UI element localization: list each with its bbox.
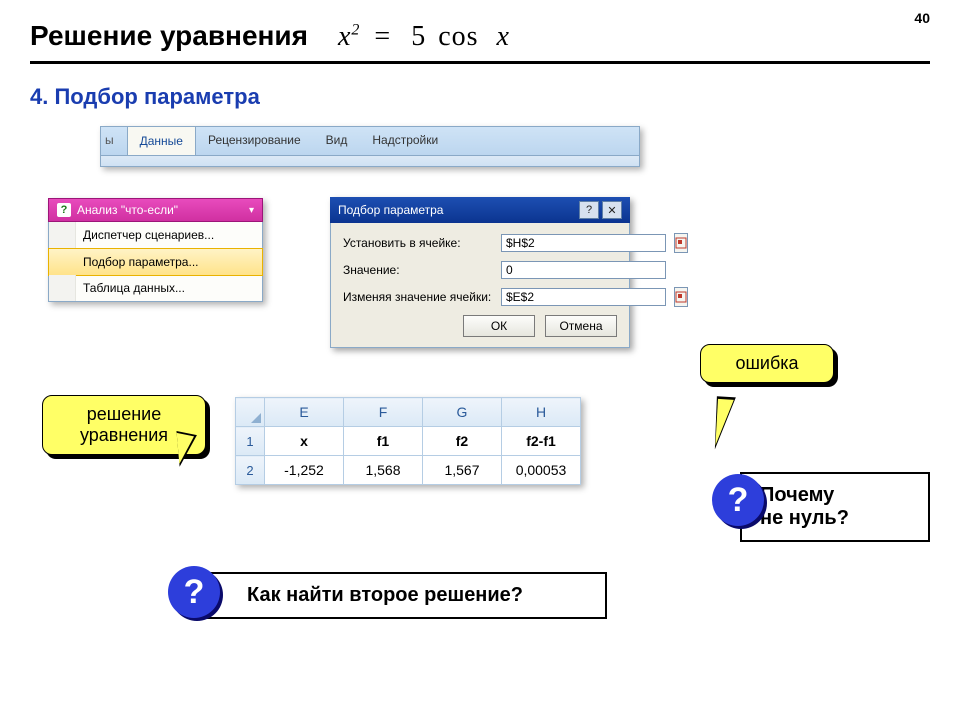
ribbon-body (100, 156, 640, 167)
input-changing-cell[interactable] (501, 288, 666, 306)
dialog-body: Установить в ячейке: Значение: Изменяя з… (330, 223, 630, 348)
cell[interactable]: f2 (423, 427, 502, 456)
label-changing-cell: Изменяя значение ячейки: (343, 290, 493, 304)
select-all-corner[interactable] (236, 398, 265, 427)
dialog-title: Подбор параметра (338, 203, 443, 217)
eq-coef: 5 (411, 21, 426, 52)
callout-error: ошибка (700, 344, 834, 383)
ribbon-tab-view[interactable]: Вид (314, 127, 361, 155)
whatif-dropdown: ? Анализ "что-если" ▾ Диспетчер сценарие… (48, 198, 263, 302)
col-header[interactable]: H (502, 398, 581, 427)
dialog-help-button[interactable]: ? (579, 201, 599, 219)
page-number: 40 (914, 10, 930, 26)
question-mark-icon: ? (712, 474, 764, 526)
question-box-why-not-zero: Почему не нуль? (740, 472, 930, 542)
label-value: Значение: (343, 263, 493, 277)
dialog-titlebar[interactable]: Подбор параметра ? ✕ (330, 197, 630, 223)
col-header[interactable]: F (344, 398, 423, 427)
whatif-menu: Диспетчер сценариев... Подбор параметра.… (48, 222, 263, 302)
excel-grid: E F G H 1 x f1 f2 f2-f1 2 -1,252 1,568 1… (235, 397, 581, 485)
input-set-cell[interactable] (501, 234, 666, 252)
cell[interactable]: -1,252 (265, 456, 344, 485)
table-row: 1 x f1 f2 f2-f1 (236, 427, 581, 456)
dialog-row-set-cell: Установить в ячейке: (343, 233, 617, 253)
table-row: 2 -1,252 1,568 1,567 0,00053 (236, 456, 581, 485)
refpicker-icon[interactable] (674, 233, 688, 253)
section-subtitle: 4. Подбор параметра (30, 84, 930, 110)
cell[interactable]: x (265, 427, 344, 456)
ribbon-tabs: ы Данные Рецензирование Вид Надстройки (100, 126, 640, 156)
row-header[interactable]: 2 (236, 456, 265, 485)
menu-item-label: Подбор параметра... (83, 255, 198, 269)
menu-item-goal-seek[interactable]: Подбор параметра... (48, 248, 263, 276)
menu-item-data-table[interactable]: Таблица данных... (49, 275, 262, 301)
menu-item-scenario-manager[interactable]: Диспетчер сценариев... (49, 222, 262, 249)
row-header[interactable]: 1 (236, 427, 265, 456)
eq-equals: = (374, 21, 391, 52)
eq-fn: cos (438, 21, 478, 52)
ribbon-tab-addins[interactable]: Надстройки (360, 127, 451, 155)
cell[interactable]: 1,568 (344, 456, 423, 485)
cell[interactable]: 1,567 (423, 456, 502, 485)
menu-item-label: Диспетчер сценариев... (83, 228, 214, 242)
chevron-down-icon: ▾ (249, 205, 254, 216)
dialog-buttons: ОК Отмена (343, 315, 617, 337)
menu-item-label: Таблица данных... (83, 281, 185, 295)
whatif-icon: ? (57, 203, 71, 217)
col-header[interactable]: G (423, 398, 502, 427)
dialog-row-value: Значение: (343, 261, 617, 279)
callout-tail (698, 391, 736, 450)
input-value[interactable] (501, 261, 666, 279)
callout-tail (176, 429, 199, 467)
cancel-button[interactable]: Отмена (545, 315, 617, 337)
question-mark-icon: ? (168, 566, 220, 618)
whatif-header[interactable]: ? Анализ "что-если" ▾ (48, 198, 263, 222)
slide-title: Решение уравнения (30, 20, 308, 52)
ribbon-tab-review[interactable]: Рецензирование (196, 127, 314, 155)
ok-button[interactable]: ОК (463, 315, 535, 337)
col-header[interactable]: E (265, 398, 344, 427)
title-row: Решение уравнения x2 = 5cos x (30, 20, 930, 64)
cell[interactable]: 0,00053 (502, 456, 581, 485)
whatif-label: Анализ "что-если" (77, 203, 178, 217)
ribbon: ы Данные Рецензирование Вид Надстройки (100, 126, 640, 167)
cell[interactable]: f2-f1 (502, 427, 581, 456)
eq-arg: x (497, 21, 510, 52)
question-box-second-solution: Как найти второе решение? (195, 572, 607, 619)
dialog-row-changing-cell: Изменяя значение ячейки: (343, 287, 617, 307)
cell[interactable]: f1 (344, 427, 423, 456)
goal-seek-dialog: Подбор параметра ? ✕ Установить в ячейке… (330, 197, 630, 348)
ribbon-tab-data[interactable]: Данные (127, 126, 196, 155)
dialog-close-button[interactable]: ✕ (602, 201, 622, 219)
eq-var: x (338, 21, 351, 52)
refpicker-icon[interactable] (674, 287, 688, 307)
ribbon-tab-truncated[interactable]: ы (101, 127, 127, 155)
label-set-cell: Установить в ячейке: (343, 236, 493, 250)
eq-exp: 2 (351, 22, 360, 39)
equation: x2 = 5cos x (338, 21, 510, 53)
